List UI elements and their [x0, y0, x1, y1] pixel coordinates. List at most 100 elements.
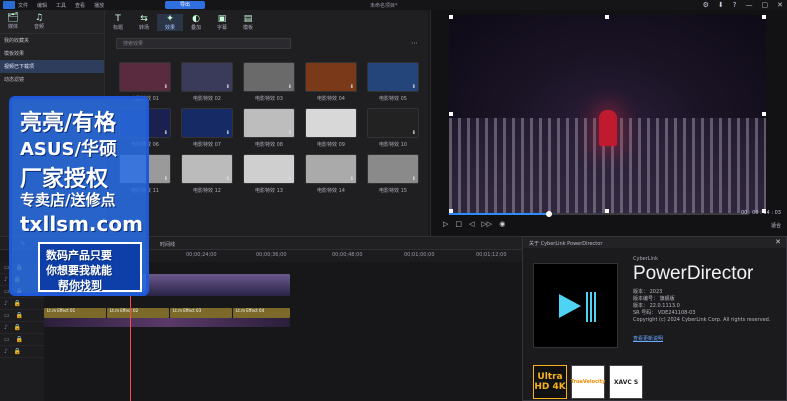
download-icon[interactable]: ⬇ [412, 130, 416, 136]
tree-item-favorites[interactable]: 我的收藏夹 [0, 34, 104, 47]
download-icon[interactable]: ⬇ [226, 84, 230, 90]
effect-item[interactable]: ⬇ 电影特效 02 [181, 62, 243, 102]
download-icon[interactable]: ⬇ [718, 1, 724, 9]
effect-clip[interactable]: Lt.m Effect 01 [44, 308, 106, 318]
help-icon[interactable]: ? [733, 1, 737, 9]
tab-effects[interactable]: ✦ 效果 [157, 13, 183, 31]
menu-edit[interactable]: 编辑 [37, 2, 47, 9]
download-icon[interactable]: ⬇ [288, 84, 292, 90]
download-icon[interactable]: ⬇ [288, 176, 292, 182]
effect-thumbnail[interactable]: ⬇ [305, 154, 357, 184]
search-input[interactable]: 搜索效果 [116, 38, 291, 49]
effect-item[interactable]: ⬇ 电影特效 07 [181, 108, 243, 148]
download-icon[interactable]: ⬇ [412, 84, 416, 90]
next-frame-icon[interactable]: ▷▷ [481, 220, 492, 228]
resize-handle[interactable] [762, 112, 766, 116]
effect-clip[interactable]: Lt.m Effect 02 [107, 308, 169, 318]
effect-thumbnail[interactable]: ⬇ [305, 108, 357, 138]
menu-tools[interactable]: 工具 [56, 2, 66, 9]
lock-icon[interactable]: 🔒 [16, 312, 23, 319]
tab-timeline[interactable]: 时间线 [160, 241, 175, 248]
menu-play[interactable]: 播放 [94, 2, 104, 9]
effect-thumbnail[interactable]: ⬇ [181, 62, 233, 92]
effect-thumbnail[interactable]: ⬇ [119, 62, 171, 92]
preview-scrubber[interactable] [449, 211, 749, 217]
download-icon[interactable]: ⬇ [350, 84, 354, 90]
maximize-icon[interactable]: ▢ [762, 1, 769, 9]
close-icon[interactable]: ✕ [777, 1, 783, 9]
download-icon[interactable]: ⬇ [226, 176, 230, 182]
tab-subtitles[interactable]: ▣ 字幕 [209, 14, 235, 31]
effect-item[interactable]: ⬇ 电影特效 03 [243, 62, 305, 102]
scrubber-knob[interactable] [546, 211, 552, 217]
zoom-select[interactable]: 适合 [771, 222, 781, 229]
effect-thumbnail[interactable]: ⬇ [367, 154, 419, 184]
info-line: 版本编号： 旗舰版 [633, 296, 675, 302]
download-icon[interactable]: ⬇ [164, 176, 168, 182]
tree-item-dynamic-filters[interactable]: 动态滤镜 [0, 73, 104, 86]
lock-icon[interactable]: 🔒 [16, 336, 23, 343]
lock-icon[interactable]: 🔒 [14, 324, 21, 331]
resize-handle[interactable] [449, 112, 453, 116]
effect-thumbnail[interactable]: ⬇ [243, 154, 295, 184]
effect-item[interactable]: ⬇ 电影特效 14 [305, 154, 367, 194]
tab-audio[interactable]: ♫ 音频 [26, 13, 52, 30]
effect-item[interactable]: ⬇ 电影特效 10 [367, 108, 429, 148]
lock-icon[interactable]: 🔒 [14, 300, 21, 307]
audio-track-icon: ♪ [4, 276, 8, 283]
release-notes-link[interactable]: 查看更新说明 [633, 335, 663, 342]
prev-frame-icon[interactable]: ◁ [469, 220, 474, 228]
settings-icon[interactable]: ⚙ [703, 1, 709, 9]
download-icon[interactable]: ⬇ [164, 130, 168, 136]
download-icon[interactable]: ⬇ [350, 130, 354, 136]
tab-overlays[interactable]: ◐ 叠加 [183, 14, 209, 31]
effect-clip[interactable]: Lt.m Effect 04 [233, 308, 290, 318]
effect-thumbnail[interactable]: ⬇ [181, 108, 233, 138]
effect-item[interactable]: ⬇ 电影特效 05 [367, 62, 429, 102]
download-icon[interactable]: ⬇ [350, 176, 354, 182]
effect-clip-strip[interactable] [44, 318, 290, 327]
effect-item[interactable]: ⬇ 电影特效 15 [367, 154, 429, 194]
more-options-icon[interactable]: ⋯ [411, 39, 418, 47]
tree-item-templates[interactable]: 模板效果 [0, 47, 104, 60]
download-icon[interactable]: ⬇ [164, 84, 168, 90]
download-icon[interactable]: ⬇ [288, 130, 292, 136]
resize-handle[interactable] [762, 15, 766, 19]
effect-thumbnail[interactable]: ⬇ [305, 62, 357, 92]
preview-video[interactable] [449, 15, 766, 213]
effect-item[interactable]: ⬇ 电影特效 09 [305, 108, 367, 148]
tab-templates[interactable]: ▤ 模板 [235, 14, 261, 31]
lock-icon[interactable]: 🔒 [14, 348, 21, 355]
preview-panel: 00 : 00 : 14 : 03 ▷ □ ◁ ▷▷ ◉ 适合 [430, 10, 787, 236]
tab-transitions[interactable]: ⇆ 转场 [131, 14, 157, 31]
effect-item[interactable]: ⬇ 电影特效 13 [243, 154, 305, 194]
minimize-icon[interactable]: — [746, 1, 753, 9]
tab-titles[interactable]: T 标题 [105, 14, 131, 31]
resize-handle[interactable] [449, 15, 453, 19]
snapshot-icon[interactable]: ◉ [499, 220, 505, 228]
tree-item-downloaded[interactable]: 视频已下载项 [0, 60, 104, 73]
effect-item[interactable]: ⬇ 电影特效 08 [243, 108, 305, 148]
play-icon[interactable]: ▷ [443, 220, 448, 228]
menu-file[interactable]: 文件 [18, 2, 28, 9]
download-icon[interactable]: ⬇ [226, 130, 230, 136]
play-mark-icon [559, 294, 581, 318]
badge-truevelocity: TrueVelocity [571, 365, 605, 399]
ruler-tick: 00;00;24;00 [186, 252, 217, 258]
info-line: 版本： 22.0.1113.0 [633, 303, 680, 309]
effect-clip[interactable]: Lt.m Effect 03 [170, 308, 232, 318]
menu-view[interactable]: 查看 [75, 2, 85, 9]
export-button[interactable]: 导出 [165, 1, 205, 9]
effect-item[interactable]: ⬇ 电影特效 04 [305, 62, 367, 102]
download-icon[interactable]: ⬇ [412, 176, 416, 182]
effect-thumbnail[interactable]: ⬇ [367, 108, 419, 138]
effect-thumbnail[interactable]: ⬇ [243, 62, 295, 92]
close-icon[interactable]: ✕ [775, 238, 781, 246]
stop-icon[interactable]: □ [455, 220, 462, 228]
effect-thumbnail[interactable]: ⬇ [181, 154, 233, 184]
resize-handle[interactable] [605, 15, 609, 19]
effect-item[interactable]: ⬇ 电影特效 12 [181, 154, 243, 194]
effect-thumbnail[interactable]: ⬇ [243, 108, 295, 138]
effect-thumbnail[interactable]: ⬇ [367, 62, 419, 92]
tab-media[interactable]: 🗂 媒体 [0, 13, 26, 30]
